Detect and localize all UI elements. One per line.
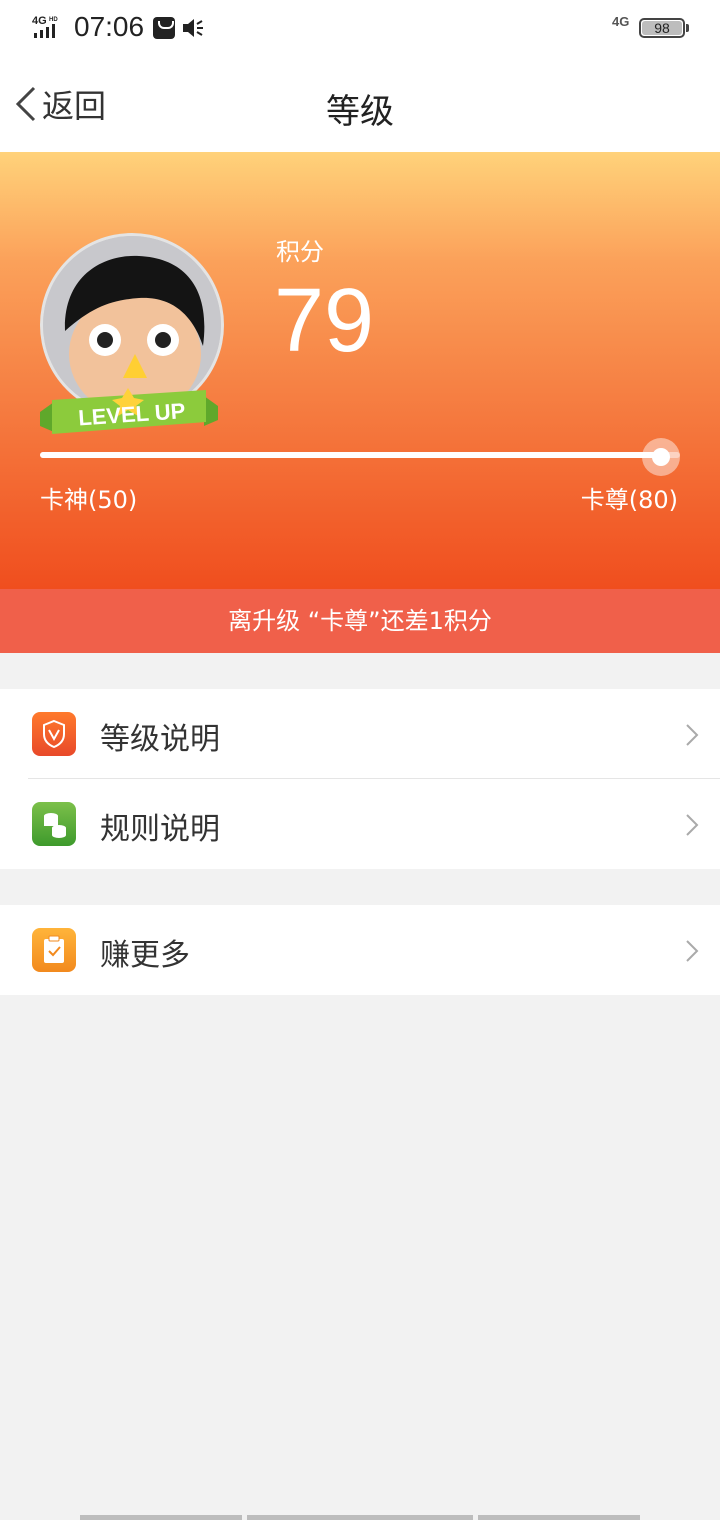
volume-icon: [183, 19, 203, 37]
menu-item-label: 规则说明: [100, 812, 220, 847]
menu-group-info: 等级说明 规则说明: [0, 689, 720, 869]
battery-level: 98: [654, 20, 670, 36]
status-bar: 4G HD 07:06 4G 98: [0, 0, 720, 56]
battery-icon: 98: [639, 18, 689, 38]
menu-item-label: 等级说明: [100, 722, 220, 757]
level-progress-fill: [40, 452, 661, 458]
chevron-right-icon: [686, 724, 699, 746]
clipboard-check-icon: [32, 928, 76, 972]
notification-bag-icon: [153, 17, 175, 39]
current-level-label: 卡神(50): [40, 486, 138, 514]
chevron-right-icon: [686, 940, 699, 962]
chevron-right-icon: [686, 814, 699, 836]
signal-icon: 4G HD: [32, 15, 58, 38]
status-time: 07:06: [74, 11, 145, 42]
points-label: 积分: [276, 238, 324, 266]
menu-item-earn-more[interactable]: 赚更多: [0, 905, 720, 995]
page-title: 等级: [326, 92, 394, 132]
next-level-label: 卡尊(80): [580, 486, 678, 514]
shield-v-icon: [32, 712, 76, 756]
svg-text:4G: 4G: [32, 15, 47, 27]
menu-item-level-description[interactable]: 等级说明: [0, 689, 720, 779]
menu-group-earn: 赚更多: [0, 905, 720, 995]
level-progress-knob: [641, 438, 680, 476]
level-hero: LEVEL UP 积分 79 卡神(50) 卡尊(80): [0, 152, 720, 589]
menu-item-rules-description[interactable]: 规则说明: [0, 779, 720, 869]
gesture-bar-center[interactable]: [247, 1515, 473, 1520]
gesture-bar-right: [478, 1515, 640, 1520]
level-progress-track: [40, 452, 680, 458]
svg-text:HD: HD: [49, 17, 58, 23]
nav-bar: 返回 等级: [0, 56, 720, 152]
level-up-ribbon: LEVEL UP: [40, 388, 218, 434]
network-4g-label: 4G: [612, 14, 630, 29]
points-value: 79: [274, 271, 375, 371]
gesture-bar-left: [80, 1515, 242, 1520]
upgrade-hint-banner: 离升级 “卡尊”还差1积分: [0, 589, 720, 653]
coins-icon: [32, 802, 76, 846]
menu-item-label: 赚更多: [100, 938, 190, 973]
